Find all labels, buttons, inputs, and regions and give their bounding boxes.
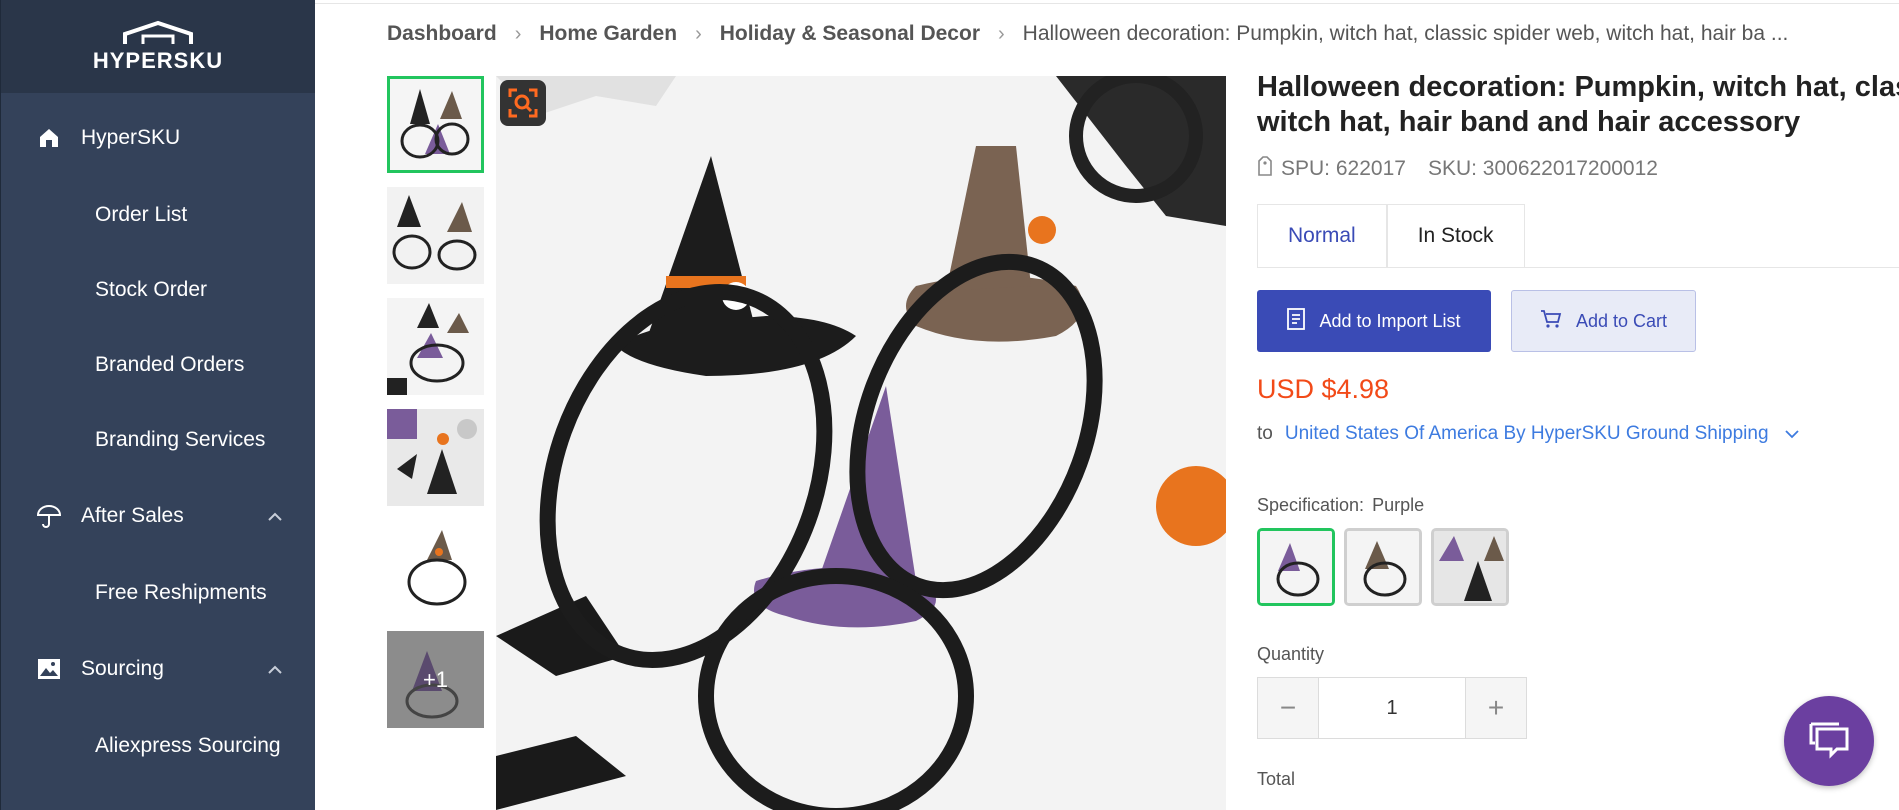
sidebar-item-order-list[interactable]: Order List [1, 177, 315, 252]
sidebar-item-label: Aliexpress Sourcing [95, 733, 281, 757]
sku-code: SKU: 300622017200012 [1427, 157, 1658, 180]
sidebar-item-label: Free Reshipments [95, 580, 267, 604]
shipping-destination-link[interactable]: United States Of America By HyperSKU Gro… [1285, 423, 1769, 445]
sidebar-item-branding-services[interactable]: Branding Services [1, 402, 315, 477]
chevron-down-icon[interactable] [1784, 423, 1799, 445]
thumbnail-3[interactable] [387, 298, 484, 395]
sidebar-item-aliexpress-sourcing[interactable]: Aliexpress Sourcing [1, 708, 315, 783]
product-codes: SPU: 622017 SKU: 300622017200012 [1257, 156, 1899, 182]
quantity-decrease-button[interactable]: − [1258, 678, 1318, 738]
top-divider [315, 0, 1899, 4]
chat-icon [1809, 722, 1849, 759]
add-to-cart-label: Add to Cart [1575, 310, 1668, 331]
spec-option-purple[interactable] [1257, 528, 1335, 606]
logo-roof-icon [123, 20, 193, 44]
spu-code: SPU: 622017 [1281, 157, 1406, 180]
chevron-right-icon: › [998, 22, 1005, 45]
chevron-right-icon: › [514, 22, 522, 45]
chevron-right-icon: › [695, 22, 702, 45]
stock-tabs: Normal In Stock [1257, 204, 1899, 268]
spec-option-brown[interactable] [1344, 528, 1422, 606]
document-icon [1287, 307, 1306, 335]
sidebar-item-label: Branding Services [95, 427, 266, 451]
logo-text: HYPERSKU [92, 47, 224, 73]
thumbnail-5[interactable] [387, 520, 484, 617]
sidebar-item-branded-orders[interactable]: Branded Orders [1, 327, 315, 402]
sidebar-item-free-reshipments[interactable]: Free Reshipments [1, 555, 315, 630]
product-price: USD $4.98 [1257, 374, 1390, 404]
product-info: Halloween decoration: Pumpkin, witch hat… [1257, 70, 1899, 790]
thumbnail-2[interactable] [387, 187, 484, 284]
sidebar-item-label: Stock Order [95, 277, 208, 301]
logo[interactable]: HYPERSKU [1, 0, 315, 93]
chat-button[interactable] [1784, 696, 1874, 786]
sidebar-group-label: Sourcing [81, 657, 164, 680]
main-product-image [496, 76, 1226, 810]
sidebar-item-label: Branded Orders [95, 352, 245, 376]
image-icon [35, 655, 63, 683]
thumbnail-strip: +1 [387, 76, 484, 742]
thumbnail-more[interactable]: +1 [387, 631, 484, 728]
cart-icon [1540, 309, 1562, 334]
specification-label: Specification: Purple [1257, 495, 1899, 516]
quantity-label: Quantity [1257, 644, 1325, 664]
sidebar-group-sourcing[interactable]: Sourcing [1, 630, 315, 708]
sidebar-item-label: Order List [95, 202, 188, 226]
specification-title: Specification: [1257, 495, 1365, 515]
ship-to-label: to [1257, 423, 1273, 444]
app: HYPERSKU HyperSKU Order List Stock Order… [0, 0, 1899, 810]
add-to-cart-button[interactable]: Add to Cart [1511, 290, 1696, 352]
sidebar-item-stock-order[interactable]: Stock Order [1, 252, 315, 327]
sidebar-group-label: HyperSKU [81, 126, 181, 149]
add-to-import-list-button[interactable]: Add to Import List [1257, 290, 1491, 352]
image-search-button[interactable] [500, 80, 546, 126]
tab-in-stock[interactable]: In Stock [1386, 204, 1525, 267]
tab-normal[interactable]: Normal [1257, 204, 1387, 267]
product-title: Halloween decoration: Pumpkin, witch hat… [1257, 70, 1899, 140]
thumbnail-1[interactable] [387, 76, 484, 173]
chevron-up-icon[interactable] [267, 657, 283, 681]
breadcrumb-dashboard[interactable]: Dashboard [387, 22, 497, 46]
sidebar-group-hypersku[interactable]: HyperSKU [1, 99, 315, 177]
shipping-selector: to United States Of America By HyperSKU … [1257, 423, 1899, 445]
chevron-up-icon[interactable] [267, 504, 283, 528]
home-icon [35, 124, 63, 152]
umbrella-icon [35, 502, 63, 530]
thumbnail-more-label: +1 [422, 666, 449, 692]
add-to-import-list-label: Add to Import List [1319, 310, 1461, 331]
specification-options [1257, 528, 1899, 606]
breadcrumb-holiday-decor[interactable]: Holiday & Seasonal Decor [720, 22, 980, 46]
thumbnail-4[interactable] [387, 409, 484, 506]
quantity-increase-button[interactable]: + [1466, 678, 1526, 738]
quantity-input[interactable]: 1 [1318, 678, 1466, 738]
sidebar: HYPERSKU HyperSKU Order List Stock Order… [0, 0, 315, 810]
sidebar-group-after-sales[interactable]: After Sales [1, 477, 315, 555]
breadcrumb-current: Halloween decoration: Pumpkin, witch hat… [1022, 22, 1789, 45]
quantity-stepper: − 1 + [1257, 677, 1527, 739]
breadcrumb-home-garden[interactable]: Home Garden [539, 22, 677, 46]
sidebar-group-label: After Sales [81, 504, 184, 527]
action-buttons: Add to Import List Add to Cart [1257, 290, 1899, 352]
spec-option-mixed[interactable] [1431, 528, 1509, 606]
breadcrumb: Dashboard › Home Garden › Holiday & Seas… [387, 22, 1788, 46]
image-search-icon [508, 88, 538, 118]
specification-value: Purple [1372, 495, 1425, 515]
product-title-line-1: Halloween decoration: Pumpkin, witch hat… [1257, 71, 1899, 103]
tag-icon [1257, 156, 1273, 182]
product-title-line-2: witch hat, hair band and hair accessory [1257, 106, 1801, 138]
